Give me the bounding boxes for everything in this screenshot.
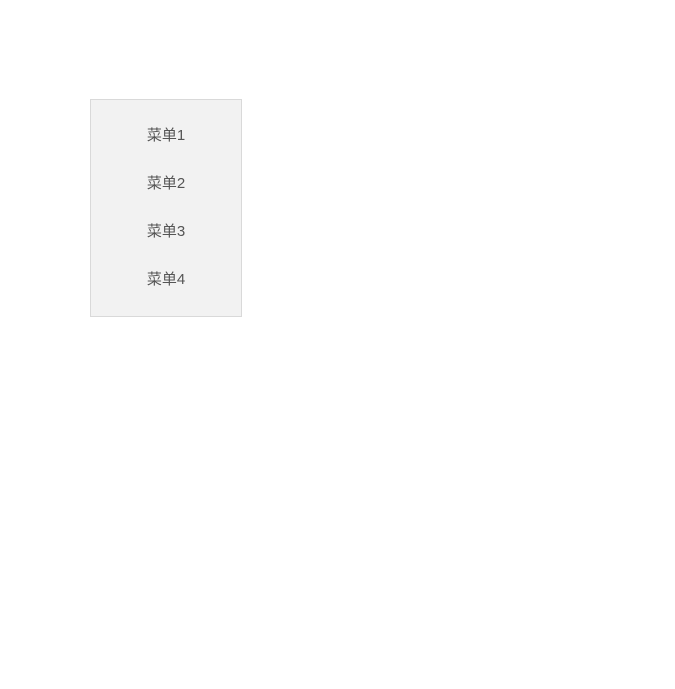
menu-item-label: 菜单4 <box>147 271 185 288</box>
menu-item-2[interactable]: 菜单2 <box>91 160 241 208</box>
menu-item-1[interactable]: 菜单1 <box>91 112 241 160</box>
menu-item-3[interactable]: 菜单3 <box>91 208 241 256</box>
menu-item-label: 菜单3 <box>147 223 185 240</box>
menu-item-label: 菜单2 <box>147 175 185 192</box>
menu-panel: 菜单1 菜单2 菜单3 菜单4 <box>90 99 242 317</box>
menu-item-label: 菜单1 <box>147 127 185 144</box>
menu-item-4[interactable]: 菜单4 <box>91 256 241 304</box>
